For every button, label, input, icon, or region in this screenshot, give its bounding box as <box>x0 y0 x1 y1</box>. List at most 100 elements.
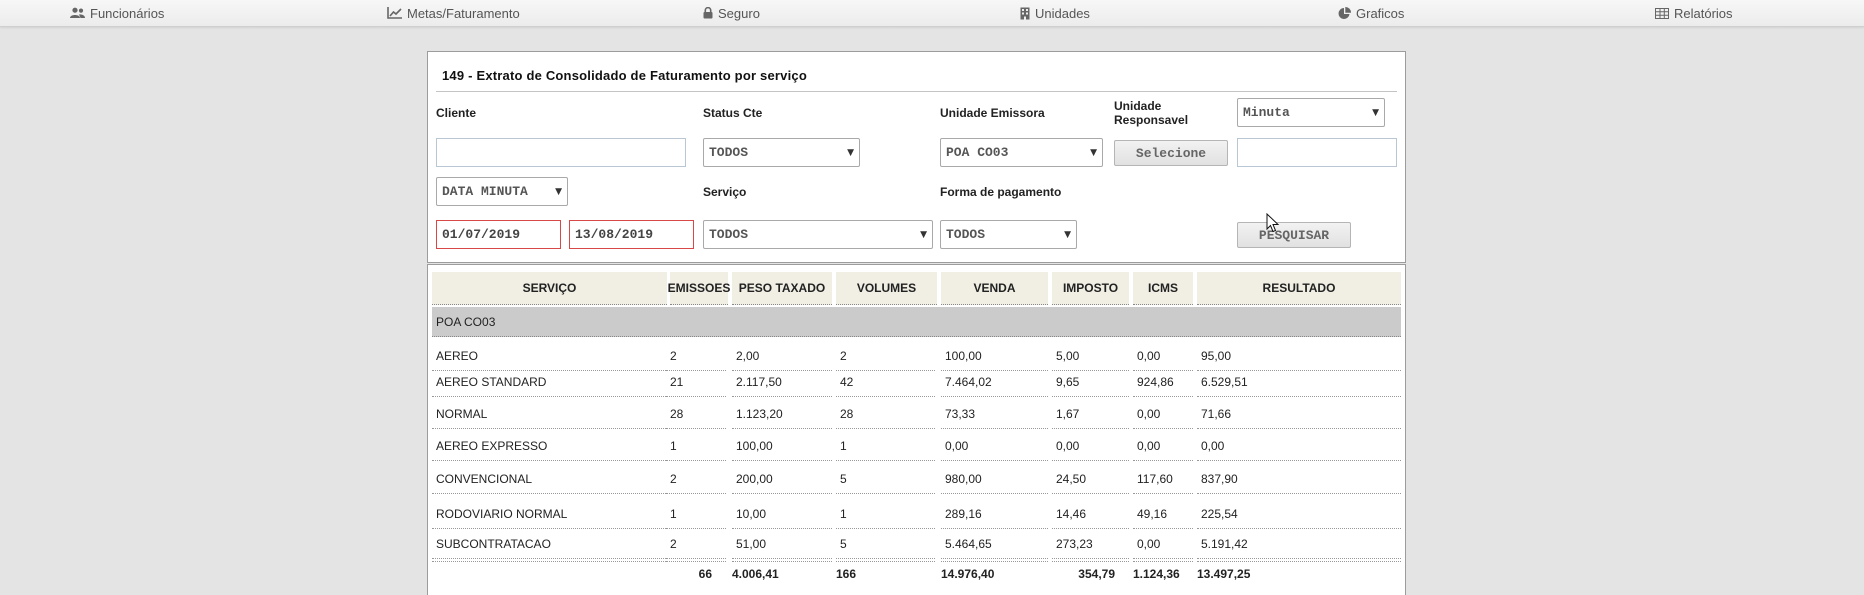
cell-servico: AEREO EXPRESSO <box>432 431 666 461</box>
pesquisar-button[interactable]: PESQUISAR <box>1237 222 1351 248</box>
cell-volumes: 5 <box>836 464 935 494</box>
pie-chart-icon <box>1338 6 1351 19</box>
header-servico: SERVIÇO <box>432 272 667 305</box>
cell-resultado: 71,66 <box>1197 399 1401 429</box>
nav-unidades[interactable]: Unidades <box>1020 5 1090 21</box>
date-to-input[interactable]: 13/08/2019 <box>569 220 694 249</box>
cell-emissoes: 1 <box>666 499 726 529</box>
cell-peso-taxado: 2.117,50 <box>732 367 832 397</box>
cell-volumes: 1 <box>836 431 935 461</box>
cell-volumes: 1 <box>836 499 935 529</box>
table-row: NORMAL 28 1.123,20 28 73,33 1,67 0,00 71… <box>428 399 1405 429</box>
cell-peso-taxado: 51,00 <box>732 529 832 559</box>
nav-funcionarios[interactable]: Funcionários <box>70 5 164 21</box>
total-emissoes: 66 <box>666 561 726 585</box>
cell-resultado: 5.191,42 <box>1197 529 1401 559</box>
total-servico <box>432 561 666 585</box>
header-volumes: VOLUMES <box>836 272 937 305</box>
table-row: AEREO EXPRESSO 1 100,00 1 0,00 0,00 0,00… <box>428 431 1405 461</box>
chevron-down-icon: ▼ <box>555 186 562 197</box>
cell-emissoes: 28 <box>666 399 726 429</box>
status-cte-label: Status Cte <box>703 106 763 120</box>
cell-venda: 7.464,02 <box>941 367 1048 397</box>
date-from-input[interactable]: 01/07/2019 <box>436 220 561 249</box>
responsavel-type-select[interactable]: Minuta ▼ <box>1237 98 1385 127</box>
nav-relatorios[interactable]: Relatórios <box>1655 5 1733 21</box>
unidade-responsavel-input[interactable] <box>1237 138 1397 167</box>
cell-peso-taxado: 10,00 <box>732 499 832 529</box>
cell-peso-taxado: 100,00 <box>732 431 832 461</box>
total-peso-taxado: 4.006,41 <box>732 561 832 585</box>
header-venda: VENDA <box>941 272 1048 305</box>
cell-servico: AEREO STANDARD <box>432 367 666 397</box>
nav-funcionarios-label: Funcionários <box>90 5 165 21</box>
cell-icms: 0,00 <box>1133 399 1193 429</box>
cell-peso-taxado: 200,00 <box>732 464 832 494</box>
cell-imposto: 1,67 <box>1052 399 1129 429</box>
users-icon <box>70 7 85 18</box>
results-table: SERVIÇO EMISSOES PESO TAXADO VOLUMES VEN… <box>427 264 1406 595</box>
total-resultado: 13.497,25 <box>1197 561 1401 585</box>
servico-select[interactable]: TODOS ▼ <box>703 220 933 249</box>
cell-emissoes: 1 <box>666 431 726 461</box>
chevron-down-icon: ▼ <box>847 147 854 158</box>
status-cte-select[interactable]: TODOS ▼ <box>703 138 860 167</box>
cell-icms: 117,60 <box>1133 464 1193 494</box>
forma-pagamento-value: TODOS <box>946 227 986 242</box>
unidade-responsavel-label: Unidade Responsavel <box>1114 99 1188 127</box>
selecione-button[interactable]: Selecione <box>1114 140 1228 166</box>
cell-imposto: 9,65 <box>1052 367 1129 397</box>
table-row: RODOVIARIO NORMAL 1 10,00 1 289,16 14,46… <box>428 499 1405 529</box>
cell-emissoes: 2 <box>666 529 726 559</box>
forma-pagamento-select[interactable]: TODOS ▼ <box>940 220 1077 249</box>
cell-servico: SUBCONTRATACAO <box>432 529 666 559</box>
cell-imposto: 14,46 <box>1052 499 1129 529</box>
cell-servico: CONVENCIONAL <box>432 464 666 494</box>
total-venda: 14.976,40 <box>941 561 1048 585</box>
total-icms: 1.124,36 <box>1133 561 1193 585</box>
cell-servico: RODOVIARIO NORMAL <box>432 499 666 529</box>
cell-resultado: 0,00 <box>1197 431 1401 461</box>
header-emissoes: EMISSOES <box>668 272 730 305</box>
cell-icms: 49,16 <box>1133 499 1193 529</box>
nav-graficos[interactable]: Graficos <box>1338 5 1404 21</box>
table-row: AEREO STANDARD 21 2.117,50 42 7.464,02 9… <box>428 367 1405 397</box>
date-type-select[interactable]: DATA MINUTA ▼ <box>436 177 568 206</box>
total-imposto: 354,79 <box>1052 561 1129 585</box>
nav-metas-faturamento[interactable]: Metas/Faturamento <box>387 5 520 21</box>
unidade-emissora-select[interactable]: POA CO03 ▼ <box>940 138 1103 167</box>
unidade-responsavel-label-line2: Responsavel <box>1114 113 1189 127</box>
cell-venda: 5.464,65 <box>941 529 1048 559</box>
header-resultado: RESULTADO <box>1197 272 1401 305</box>
nav-relatorios-label: Relatórios <box>1674 5 1733 21</box>
report-title: 149 - Extrato de Consolidado de Faturame… <box>442 68 807 83</box>
chevron-down-icon: ▼ <box>920 229 927 240</box>
header-icms: ICMS <box>1133 272 1193 305</box>
cell-volumes: 42 <box>836 367 935 397</box>
cell-venda: 0,00 <box>941 431 1048 461</box>
nav-seguro-label: Seguro <box>718 5 760 21</box>
unidade-responsavel-label-line1: Unidade <box>1114 99 1162 113</box>
cell-volumes: 28 <box>836 399 935 429</box>
chevron-down-icon: ▼ <box>1372 107 1379 118</box>
mouse-cursor-icon <box>1266 213 1280 233</box>
cell-imposto: 273,23 <box>1052 529 1129 559</box>
building-icon <box>1020 7 1030 19</box>
unidade-emissora-label: Unidade Emissora <box>940 106 1045 120</box>
servico-value: TODOS <box>709 227 749 242</box>
cell-resultado: 225,54 <box>1197 499 1401 529</box>
date-type-value: DATA MINUTA <box>442 184 528 199</box>
unidade-emissora-value: POA CO03 <box>946 145 1009 160</box>
table-icon <box>1655 7 1669 19</box>
cell-resultado: 6.529,51 <box>1197 367 1401 397</box>
table-row: SUBCONTRATACAO 2 51,00 5 5.464,65 273,23… <box>428 529 1405 559</box>
cell-volumes: 5 <box>836 529 935 559</box>
totals-row: 66 4.006,41 166 14.976,40 354,79 1.124,3… <box>428 561 1405 585</box>
cliente-input[interactable] <box>436 138 686 167</box>
top-navigation: Funcionários Metas/Faturamento Seguro Un… <box>0 0 1864 27</box>
nav-seguro[interactable]: Seguro <box>703 5 760 21</box>
table-row: CONVENCIONAL 2 200,00 5 980,00 24,50 117… <box>428 464 1405 494</box>
line-chart-icon <box>387 7 402 19</box>
cell-emissoes: 21 <box>666 367 726 397</box>
filter-panel: 149 - Extrato de Consolidado de Faturame… <box>427 51 1406 263</box>
